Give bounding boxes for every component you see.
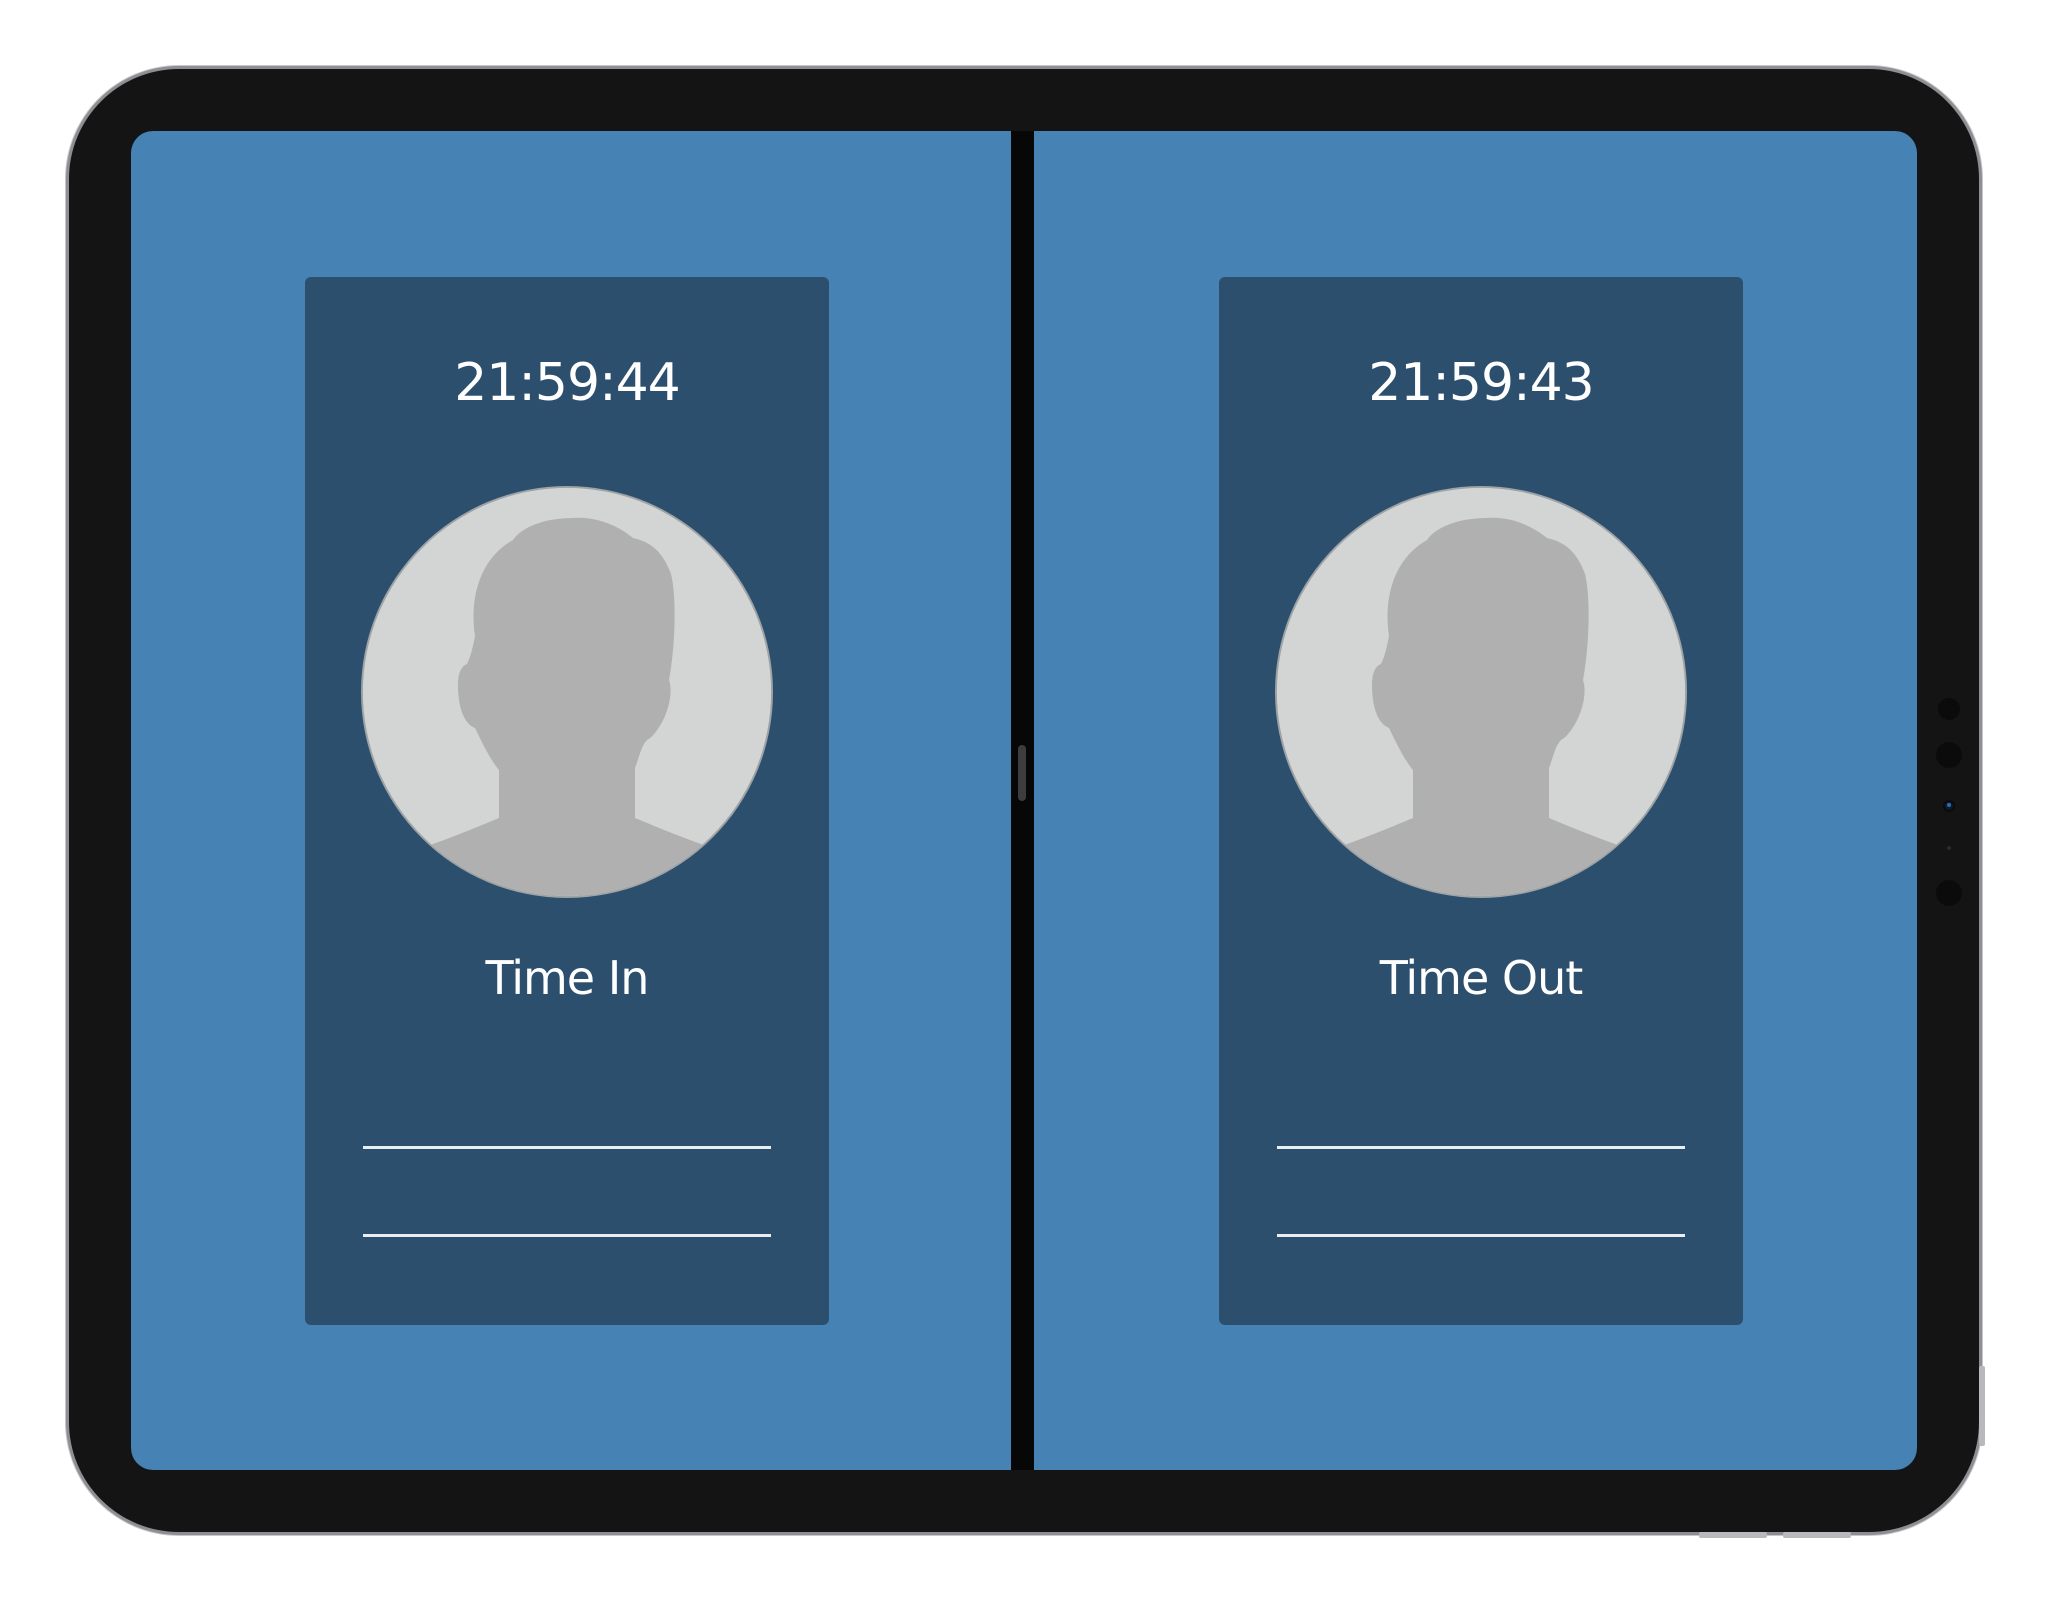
clock-display: 21:59:44	[454, 353, 681, 413]
person-silhouette-icon	[363, 488, 771, 896]
time-in-field-1[interactable]	[363, 1089, 771, 1149]
sensor-dot	[1947, 846, 1951, 850]
split-pane-right: 21:59:43 Time Out	[1034, 131, 1917, 1470]
time-in-label: Time In	[485, 951, 650, 1005]
person-silhouette-icon	[1277, 488, 1685, 896]
tablet-screen: 21:59:44 Time In 21:59:43 Time Out	[131, 131, 1917, 1470]
sensor-dot	[1936, 880, 1962, 906]
time-out-card: 21:59:43 Time Out	[1219, 277, 1743, 1325]
clock-display: 21:59:43	[1368, 353, 1595, 413]
time-out-label: Time Out	[1379, 951, 1584, 1005]
time-out-field-2[interactable]	[1277, 1177, 1685, 1237]
split-view-drag-handle[interactable]	[1018, 745, 1026, 801]
avatar[interactable]	[363, 488, 771, 896]
volume-up-button	[1699, 1532, 1767, 1538]
front-camera-icon	[1943, 800, 1955, 812]
avatar[interactable]	[1277, 488, 1685, 896]
split-pane-left: 21:59:44 Time In	[131, 131, 1011, 1470]
page: 21:59:44 Time In 21:59:43 Time Out	[0, 0, 2048, 1601]
volume-down-button	[1783, 1532, 1851, 1538]
time-out-field-1[interactable]	[1277, 1089, 1685, 1149]
power-button	[1979, 1366, 1985, 1446]
sensor-dot	[1936, 742, 1962, 768]
sensor-dot	[1938, 698, 1960, 720]
time-in-card: 21:59:44 Time In	[305, 277, 829, 1325]
time-in-field-2[interactable]	[363, 1177, 771, 1237]
